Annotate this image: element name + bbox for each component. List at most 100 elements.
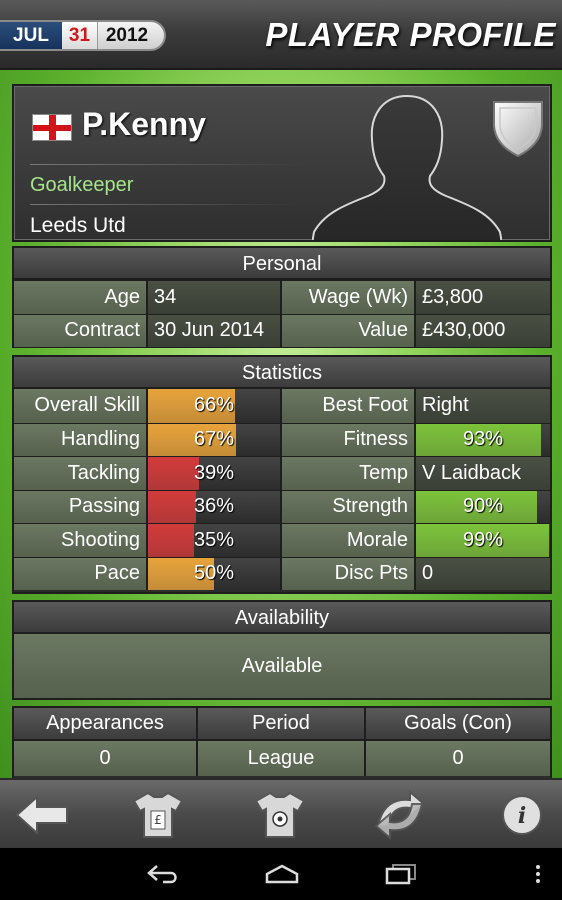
date-month: JUL xyxy=(0,22,62,49)
nav-recents-button[interactable] xyxy=(384,860,418,888)
player-club: Leeds Utd xyxy=(30,214,126,237)
strength-value: 90% xyxy=(416,490,550,523)
appearances-row: 0 League 0 xyxy=(14,741,550,776)
finance-shirt-button[interactable]: £ xyxy=(130,788,186,842)
stat-row: Passing 36% Strength 90% xyxy=(14,489,550,523)
availability-panel: Availability Available xyxy=(12,600,552,700)
morale-value-text: 99% xyxy=(462,528,504,551)
best-foot-label: Best Foot xyxy=(282,389,416,423)
period-header[interactable]: Period xyxy=(198,708,366,739)
overall-skill-value: 66% xyxy=(148,389,282,423)
svg-text:£: £ xyxy=(154,813,162,827)
swap-icon xyxy=(374,790,426,840)
morale-value: 99% xyxy=(416,524,550,557)
fitness-value-text: 93% xyxy=(462,428,504,451)
age-value: 34 xyxy=(148,281,282,314)
nav-back-icon xyxy=(147,865,177,884)
nav-menu-button[interactable] xyxy=(530,860,546,888)
bottom-toolbar: £ i xyxy=(0,778,562,848)
pace-label: Pace xyxy=(14,557,148,590)
info-icon: i xyxy=(502,795,542,835)
pace-value: 50% xyxy=(148,557,282,590)
nav-home-icon xyxy=(265,864,299,884)
nav-home-button[interactable] xyxy=(264,860,300,888)
transfer-button[interactable] xyxy=(372,788,428,842)
shirt-ball-icon xyxy=(254,791,306,838)
availability-status: Available xyxy=(14,634,550,698)
stat-row: Tackling 39% Temp V Laidback xyxy=(14,456,550,490)
tackling-label: Tackling xyxy=(14,457,148,490)
period-value[interactable]: League xyxy=(198,741,366,776)
value-label: Value xyxy=(282,314,416,347)
personal-row: Contract 30 Jun 2014 Value £430,000 xyxy=(14,313,550,347)
statistics-header: Statistics xyxy=(14,357,550,389)
training-shirt-button[interactable] xyxy=(252,788,308,842)
divider xyxy=(30,204,300,205)
tackling-value-text: 39% xyxy=(193,461,235,484)
date-day: 31 xyxy=(62,22,98,49)
goals-header: Goals (Con) xyxy=(404,712,512,734)
overall-skill-value-text: 66% xyxy=(193,394,235,417)
personal-row: Age 34 Wage (Wk) £3,800 xyxy=(14,280,550,314)
personal-header: Personal xyxy=(14,248,550,280)
statistics-panel: Statistics Overall Skill 66% Best Foot Righ… xyxy=(12,355,552,594)
player-position: Goalkeeper xyxy=(30,174,134,196)
wage-label: Wage (Wk) xyxy=(282,281,416,314)
appearances-header: Appearances xyxy=(14,708,198,739)
handling-label: Handling xyxy=(14,423,148,456)
contract-label: Contract xyxy=(14,314,148,347)
shirt-finance-icon: £ xyxy=(132,791,184,838)
tackling-value: 39% xyxy=(148,457,282,490)
wage-value: £3,800 xyxy=(416,281,550,314)
england-flag-icon xyxy=(32,114,72,141)
stat-row: Pace 50% Disc Pts 0 xyxy=(14,556,550,590)
strength-value-text: 90% xyxy=(462,495,504,518)
overall-skill-label: Overall Skill xyxy=(14,389,148,423)
nav-recents-icon xyxy=(385,864,416,885)
svg-text:i: i xyxy=(518,803,526,829)
passing-value: 36% xyxy=(148,490,282,523)
best-foot-value: Right xyxy=(416,389,550,423)
player-card: P.Kenny Goalkeeper Leeds Utd xyxy=(12,84,552,242)
stat-row: Shooting 35% Morale 99% xyxy=(14,523,550,557)
stat-row: Handling 67% Fitness 93% xyxy=(14,422,550,456)
value-value: £430,000 xyxy=(416,314,550,347)
info-button[interactable]: i xyxy=(494,788,550,842)
pace-value-text: 50% xyxy=(193,562,235,585)
fitness-label: Fitness xyxy=(282,423,416,456)
morale-label: Morale xyxy=(282,524,416,557)
disc-pts-label: Disc Pts xyxy=(282,557,416,590)
page-title: PLAYER PROFILE xyxy=(265,16,556,53)
shooting-value: 35% xyxy=(148,524,282,557)
goals-value: 0 xyxy=(452,747,464,769)
nav-back-button[interactable] xyxy=(146,860,180,888)
strength-label: Strength xyxy=(282,490,416,523)
disc-pts-value: 0 xyxy=(416,557,550,590)
nav-menu-icon xyxy=(536,865,540,883)
back-button[interactable] xyxy=(14,788,70,842)
header-bar: JUL 31 2012 PLAYER PROFILE xyxy=(0,0,562,70)
personal-panel: Personal Age 34 Wage (Wk) £3,800 Contrac… xyxy=(12,246,552,348)
shooting-label: Shooting xyxy=(14,524,148,557)
player-silhouette-icon xyxy=(312,94,502,240)
date-display: JUL 31 2012 xyxy=(0,20,166,51)
temp-label: Temp xyxy=(282,457,416,490)
main-content: P.Kenny Goalkeeper Leeds Utd Personal Ag… xyxy=(0,70,562,778)
stat-row: Overall Skill 66% Best Foot Right xyxy=(14,389,550,423)
date-year: 2012 xyxy=(105,24,149,46)
contract-value: 30 Jun 2014 xyxy=(148,314,282,347)
temp-value: V Laidback xyxy=(416,457,550,490)
appearances-panel: Appearances Period Goals (Con) 0 League … xyxy=(12,706,552,778)
age-label: Age xyxy=(14,281,148,314)
appearances-header-row: Appearances Period Goals (Con) xyxy=(14,708,550,741)
availability-header: Availability xyxy=(14,602,550,634)
divider xyxy=(30,164,300,165)
handling-value: 67% xyxy=(148,423,282,456)
player-name: P.Kenny xyxy=(82,106,206,142)
back-arrow-icon xyxy=(15,795,68,835)
passing-value-text: 36% xyxy=(193,495,235,518)
fitness-value: 93% xyxy=(416,423,550,456)
handling-value-text: 67% xyxy=(193,428,235,451)
android-nav-bar xyxy=(0,848,562,900)
club-badge-icon xyxy=(493,101,543,158)
